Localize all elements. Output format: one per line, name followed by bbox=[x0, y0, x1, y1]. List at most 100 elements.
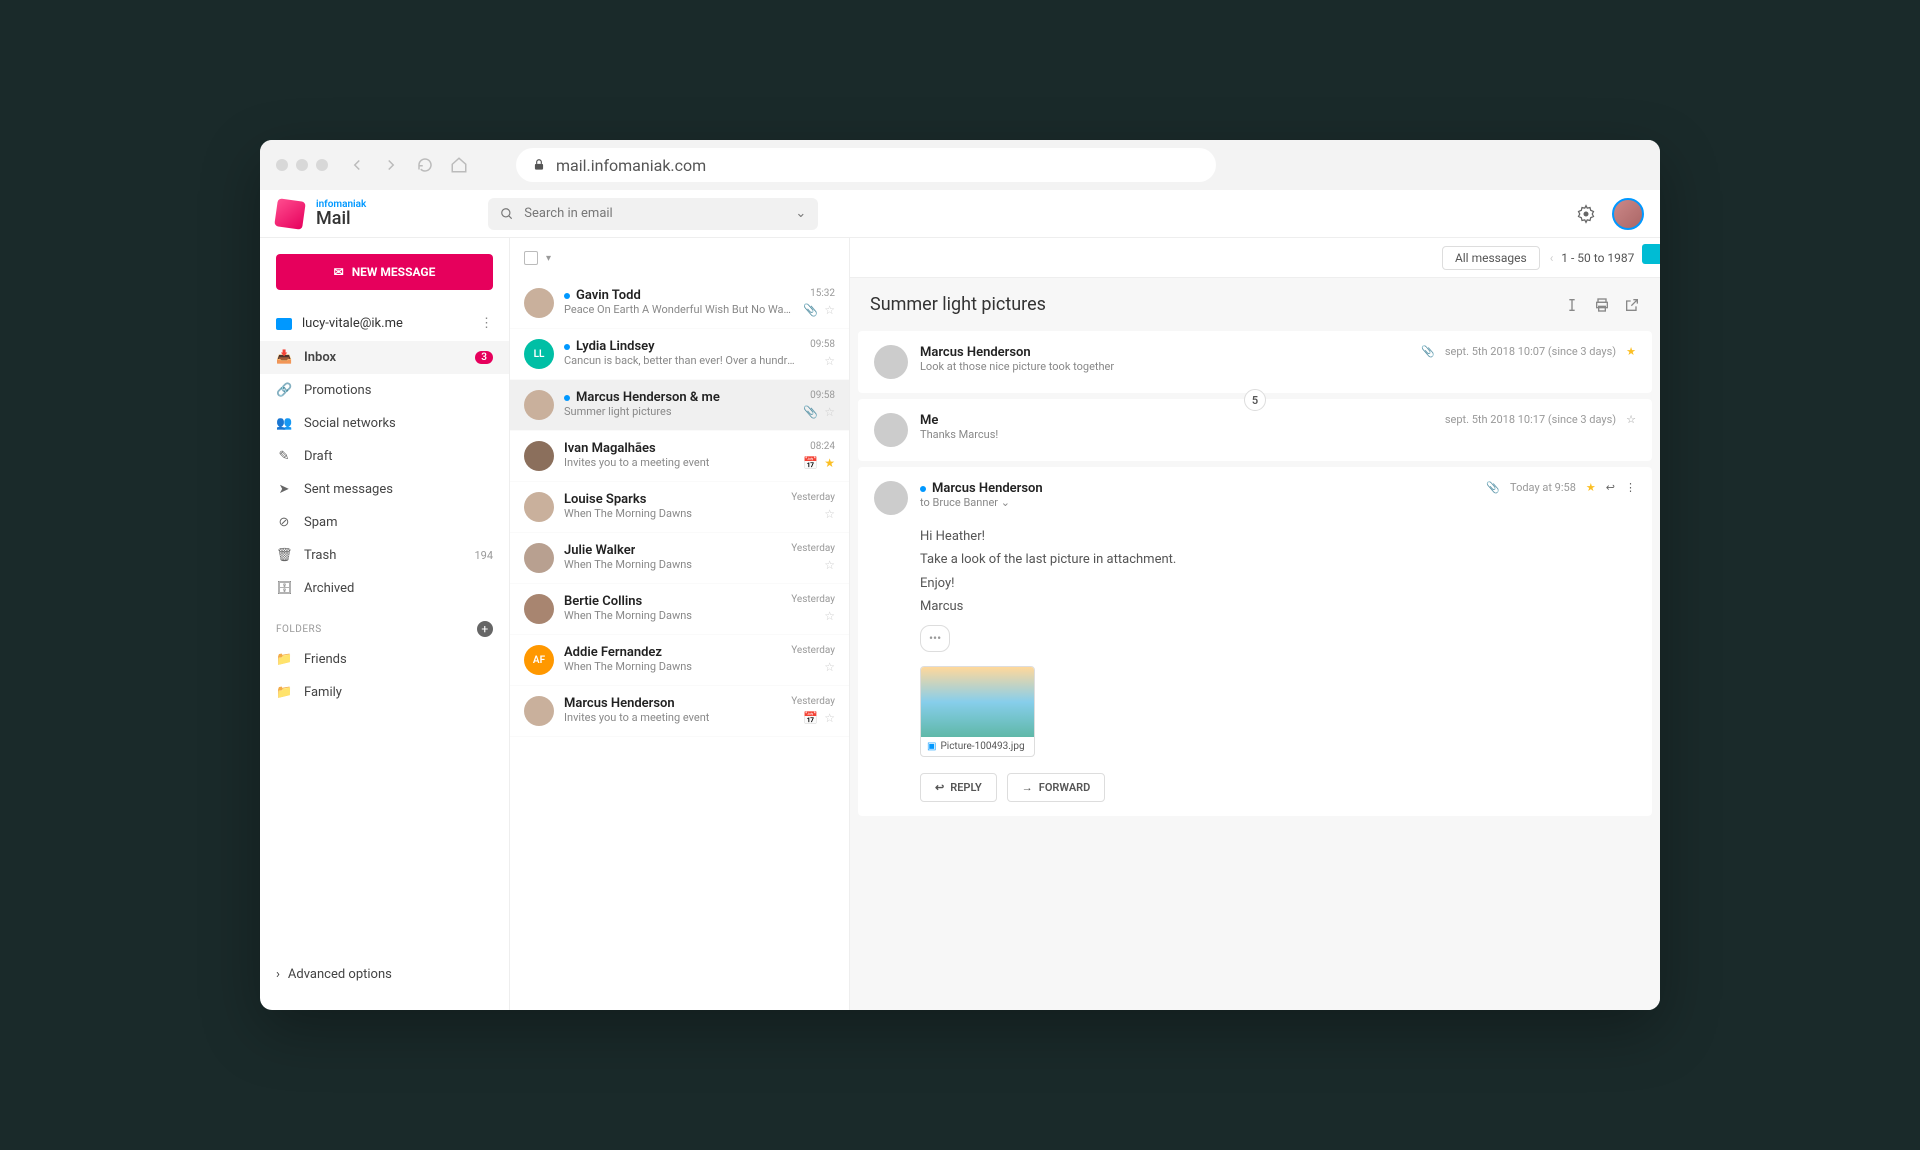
kebab-icon[interactable]: ⋮ bbox=[480, 316, 493, 331]
recipient[interactable]: to Bruce Banner ⌄ bbox=[920, 496, 1474, 509]
maximize-dot[interactable] bbox=[316, 159, 328, 171]
message-row[interactable]: Bertie Collins When The Morning Dawns Ye… bbox=[510, 584, 849, 635]
add-folder-button[interactable]: + bbox=[477, 621, 493, 637]
message-row[interactable]: Gavin Todd Peace On Earth A Wonderful Wi… bbox=[510, 278, 849, 329]
sender-name: Bertie Collins bbox=[564, 594, 642, 609]
reply-icon: ↩ bbox=[935, 781, 944, 794]
browser-bar: mail.infomaniak.com bbox=[260, 140, 1660, 190]
folder-icon: ➤ bbox=[276, 482, 292, 497]
star-icon[interactable]: ☆ bbox=[824, 609, 835, 623]
new-message-button[interactable]: ✉ NEW MESSAGE bbox=[276, 254, 493, 290]
text-tool-icon[interactable] bbox=[1564, 297, 1580, 313]
reload-icon[interactable] bbox=[416, 156, 434, 174]
expand-quote[interactable]: ••• bbox=[920, 625, 950, 653]
sender-avatar: AF bbox=[524, 645, 554, 675]
chevron-down-icon[interactable]: ⌄ bbox=[795, 206, 806, 221]
sender-avatar bbox=[524, 492, 554, 522]
address-bar[interactable]: mail.infomaniak.com bbox=[516, 148, 1216, 182]
message-row[interactable]: Marcus Henderson Invites you to a meetin… bbox=[510, 686, 849, 737]
preview-text: Peace On Earth A Wonderful Wish But No W… bbox=[564, 303, 793, 316]
timestamp: Yesterday bbox=[791, 594, 835, 605]
reply-button[interactable]: ↩REPLY bbox=[920, 773, 997, 802]
star-icon[interactable]: ☆ bbox=[824, 558, 835, 572]
gear-icon[interactable] bbox=[1576, 204, 1596, 224]
account-row[interactable]: lucy-vitale@ik.me ⋮ bbox=[260, 306, 509, 341]
timestamp: Yesterday bbox=[791, 543, 835, 554]
folder-icon: 🗑 bbox=[276, 548, 292, 563]
snippet: Look at those nice picture took together bbox=[920, 360, 1409, 373]
forward-button[interactable]: →FORWARD bbox=[1007, 773, 1106, 802]
reply-icon[interactable]: ↩ bbox=[1606, 481, 1615, 494]
sender-name: Addie Fernandez bbox=[564, 645, 662, 660]
advanced-options[interactable]: › Advanced options bbox=[260, 955, 509, 994]
sidebar-item-sent-messages[interactable]: ➤Sent messages bbox=[260, 473, 509, 506]
select-all-checkbox[interactable] bbox=[524, 251, 538, 265]
folder-icon: 📁 bbox=[276, 652, 292, 667]
search-input[interactable]: Search in email ⌄ bbox=[488, 198, 818, 230]
kebab-icon[interactable]: ⋮ bbox=[1625, 481, 1636, 494]
sidebar-item-trash[interactable]: 🗑Trash194 bbox=[260, 539, 509, 572]
message-row[interactable]: Marcus Henderson & me Summer light pictu… bbox=[510, 380, 849, 431]
star-icon[interactable]: ☆ bbox=[1626, 413, 1636, 426]
sidebar-item-archived[interactable]: 🗄Archived bbox=[260, 572, 509, 605]
star-icon[interactable]: ☆ bbox=[824, 711, 835, 725]
badge: 3 bbox=[475, 351, 493, 364]
star-icon[interactable]: ☆ bbox=[824, 660, 835, 674]
preview-text: Invites you to a meeting event bbox=[564, 456, 793, 469]
thread-message-collapsed[interactable]: Marcus Henderson Look at those nice pict… bbox=[858, 331, 1652, 393]
preview-text: When The Morning Dawns bbox=[564, 507, 781, 520]
external-icon[interactable] bbox=[1624, 297, 1640, 313]
attachment-icon: 📎 bbox=[1486, 481, 1500, 494]
user-avatar[interactable] bbox=[1612, 198, 1644, 230]
timestamp: Yesterday bbox=[791, 645, 835, 656]
attachment[interactable]: ▣Picture-100493.jpg bbox=[920, 666, 1035, 757]
message-row[interactable]: Louise Sparks When The Morning Dawns Yes… bbox=[510, 482, 849, 533]
message-row[interactable]: AF Addie Fernandez When The Morning Dawn… bbox=[510, 635, 849, 686]
all-messages-filter[interactable]: All messages bbox=[1442, 246, 1540, 270]
chevron-down-icon[interactable]: ▾ bbox=[546, 253, 551, 264]
thread-message-collapsed[interactable]: 5 Me Thanks Marcus! sept. 5th 2018 10:17… bbox=[858, 399, 1652, 461]
preview-text: Invites you to a meeting event bbox=[564, 711, 781, 724]
sidebar-item-spam[interactable]: ⊘Spam bbox=[260, 506, 509, 539]
star-icon[interactable]: ★ bbox=[824, 456, 835, 470]
timestamp: Yesterday bbox=[791, 492, 835, 503]
preview-text: When The Morning Dawns bbox=[564, 609, 781, 622]
sender-avatar bbox=[524, 390, 554, 420]
star-icon[interactable]: ☆ bbox=[824, 303, 835, 317]
minimize-dot[interactable] bbox=[296, 159, 308, 171]
star-icon[interactable]: ★ bbox=[1586, 481, 1596, 494]
sidebar-item-draft[interactable]: ✎Draft bbox=[260, 440, 509, 473]
back-icon[interactable] bbox=[348, 156, 366, 174]
traffic-lights bbox=[276, 159, 328, 171]
lock-icon bbox=[532, 158, 546, 172]
prev-page-icon[interactable]: ‹ bbox=[1550, 251, 1554, 265]
folder-friends[interactable]: 📁Friends bbox=[260, 643, 509, 676]
sender-name: Lydia Lindsey bbox=[576, 339, 655, 354]
timestamp: 09:58 bbox=[810, 390, 835, 401]
message-row[interactable]: LL Lydia Lindsey Cancun is back, better … bbox=[510, 329, 849, 380]
message-row[interactable]: Ivan Magalhães Invites you to a meeting … bbox=[510, 431, 849, 482]
star-icon[interactable]: ★ bbox=[1626, 345, 1636, 358]
sidebar-item-inbox[interactable]: 📥Inbox3 bbox=[260, 341, 509, 374]
sender-avatar bbox=[874, 345, 908, 379]
sidebar-item-promotions[interactable]: 🔗Promotions bbox=[260, 374, 509, 407]
app-logo bbox=[274, 198, 306, 230]
sidebar-item-social-networks[interactable]: 👥Social networks bbox=[260, 407, 509, 440]
star-icon[interactable]: ☆ bbox=[824, 405, 835, 419]
star-icon[interactable]: ☆ bbox=[824, 354, 835, 368]
attachment-icon: 📎 bbox=[803, 303, 818, 317]
star-icon[interactable]: ☆ bbox=[824, 507, 835, 521]
sender-name: Marcus Henderson bbox=[564, 696, 675, 711]
home-icon[interactable] bbox=[450, 156, 468, 174]
unread-dot bbox=[564, 344, 570, 350]
folder-icon: 👥 bbox=[276, 416, 292, 431]
sidebar: ✉ NEW MESSAGE lucy-vitale@ik.me ⋮ 📥Inbox… bbox=[260, 238, 510, 1010]
sender-name: Ivan Magalhães bbox=[564, 441, 656, 456]
close-dot[interactable] bbox=[276, 159, 288, 171]
attachment-icon: 📎 bbox=[803, 405, 818, 419]
print-icon[interactable] bbox=[1594, 297, 1610, 313]
forward-icon[interactable] bbox=[382, 156, 400, 174]
image-icon: ▣ bbox=[927, 741, 936, 752]
folder-family[interactable]: 📁Family bbox=[260, 676, 509, 709]
message-row[interactable]: Julie Walker When The Morning Dawns Yest… bbox=[510, 533, 849, 584]
